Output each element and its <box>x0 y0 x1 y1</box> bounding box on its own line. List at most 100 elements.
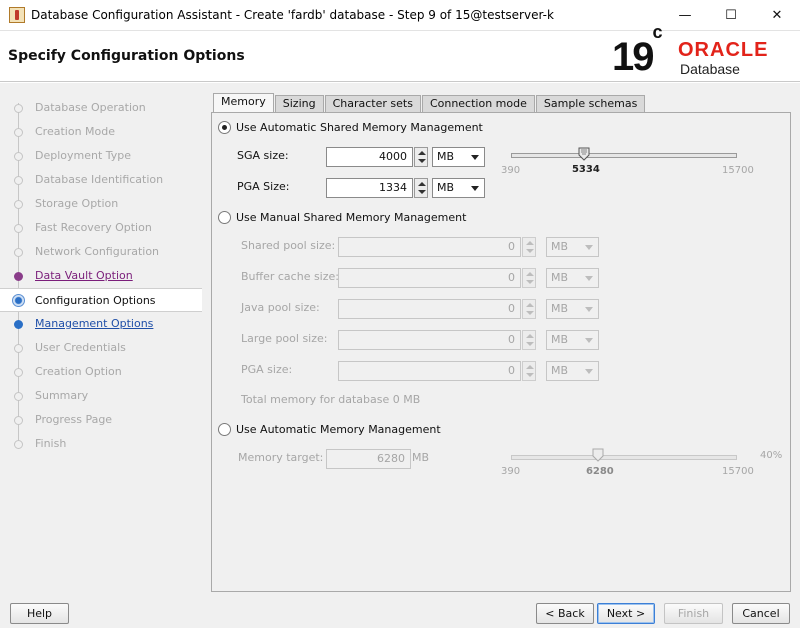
maximize-icon: ☐ <box>725 7 737 23</box>
sga-unit-select[interactable]: MB <box>432 147 485 167</box>
nav-step-label: Creation Mode <box>35 125 116 138</box>
asmm-slider-max: 15700 <box>722 165 754 176</box>
buffer-cache-size-label: Buffer cache size: <box>241 270 339 283</box>
window-title: Database Configuration Assistant - Creat… <box>31 8 554 22</box>
amm-radio[interactable] <box>218 423 231 436</box>
back-button[interactable]: < Back <box>536 603 594 624</box>
logo-product: Database <box>680 61 740 77</box>
asmm-slider-min: 390 <box>501 165 521 176</box>
step-marker-icon <box>14 152 23 161</box>
step-marker-icon <box>14 344 23 353</box>
buffer-cache-size-input[interactable]: 0 <box>338 268 521 288</box>
main-panel: Memory Sizing Character sets Connection … <box>202 83 800 593</box>
nav-step-database-identification: Database Identification <box>0 168 202 192</box>
nav-step-label: Deployment Type <box>35 149 132 162</box>
asmm-option[interactable]: Use Automatic Shared Memory Management <box>218 121 483 134</box>
shared-pool-size-unit-select[interactable]: MB <box>546 237 599 257</box>
pga-size-label: PGA Size: <box>237 180 290 193</box>
step-marker-icon <box>14 416 23 425</box>
amm-slider-current: 6280 <box>585 466 614 477</box>
manual-smm-radio[interactable] <box>218 211 231 224</box>
page-header: Specify Configuration Options 19c ORACLE… <box>0 21 800 82</box>
asmm-radio[interactable] <box>218 121 231 134</box>
step-marker-icon <box>12 294 25 307</box>
shared-pool-size-stepper[interactable] <box>522 237 536 257</box>
step-marker-icon <box>14 200 23 209</box>
nav-step-summary: Summary <box>0 384 202 408</box>
amm-slider-min: 390 <box>501 466 521 477</box>
sga-size-input[interactable]: 4000 <box>326 147 413 167</box>
manual-smm-label: Use Manual Shared Memory Management <box>236 211 467 224</box>
asmm-memory-slider[interactable] <box>511 153 737 158</box>
amm-slider-thumb[interactable] <box>592 448 604 462</box>
finish-button[interactable]: Finish <box>664 603 723 624</box>
minimize-icon: — <box>678 7 692 23</box>
amm-slider-max: 15700 <box>722 466 754 477</box>
tab-bar: Memory Sizing Character sets Connection … <box>213 93 646 112</box>
nav-step-data-vault-option[interactable]: Data Vault Option <box>0 264 202 288</box>
step-marker-icon <box>14 272 23 281</box>
tab-character-sets[interactable]: Character sets <box>324 95 421 112</box>
close-button[interactable]: ✕ <box>754 0 800 30</box>
step-marker-icon <box>14 320 23 329</box>
java-pool-size-stepper[interactable] <box>522 299 536 319</box>
amm-label: Use Automatic Memory Management <box>236 423 441 436</box>
logo-version: 19c <box>612 21 663 79</box>
nav-step-finish: Finish <box>0 432 202 456</box>
pga-size-stepper[interactable] <box>522 361 536 381</box>
maximize-button[interactable]: ☐ <box>708 0 754 30</box>
title-bar: Database Configuration Assistant - Creat… <box>0 0 800 30</box>
help-button[interactable]: Help <box>10 603 69 624</box>
nav-step-label: Configuration Options <box>35 294 156 307</box>
nav-step-fast-recovery-option: Fast Recovery Option <box>0 216 202 240</box>
large-pool-size-input[interactable]: 0 <box>338 330 521 350</box>
pga-size-input[interactable]: 0 <box>338 361 521 381</box>
pga-size-unit-select[interactable]: MB <box>546 361 599 381</box>
sga-size-stepper[interactable] <box>414 147 428 167</box>
nav-step-label: Network Configuration <box>35 245 160 258</box>
nav-step-label: User Credentials <box>35 341 126 354</box>
nav-step-management-options[interactable]: Management Options <box>0 312 202 336</box>
sga-size-label: SGA size: <box>237 149 289 162</box>
nav-step-label: Storage Option <box>35 197 119 210</box>
nav-step-label: Database Operation <box>35 101 146 114</box>
shared-pool-size-input[interactable]: 0 <box>338 237 521 257</box>
java-pool-size-unit-select[interactable]: MB <box>546 299 599 319</box>
logo-brand: ORACLE <box>678 39 769 61</box>
tab-connection-mode[interactable]: Connection mode <box>421 95 535 112</box>
minimize-button[interactable]: — <box>662 0 708 30</box>
large-pool-size-unit-select[interactable]: MB <box>546 330 599 350</box>
manual-smm-option[interactable]: Use Manual Shared Memory Management <box>218 211 466 224</box>
tab-sample-schemas[interactable]: Sample schemas <box>535 95 646 112</box>
large-pool-size-stepper[interactable] <box>522 330 536 350</box>
pga-unit-select[interactable]: MB <box>432 178 485 198</box>
nav-step-progress-page: Progress Page <box>0 408 202 432</box>
buffer-cache-size-unit-select[interactable]: MB <box>546 268 599 288</box>
asmm-slider-thumb[interactable] <box>578 147 590 161</box>
cancel-button[interactable]: Cancel <box>732 603 790 624</box>
pga-size-input[interactable]: 1334 <box>326 178 413 198</box>
tab-sizing[interactable]: Sizing <box>274 95 324 112</box>
wizard-footer: Help < Back Next > Finish Cancel <box>0 593 800 628</box>
memory-target-input[interactable]: 6280 <box>326 449 411 469</box>
amm-percent: 40% <box>760 450 783 461</box>
next-button[interactable]: Next > <box>597 603 655 624</box>
memory-target-label: Memory target: <box>238 451 324 464</box>
nav-step-configuration-options[interactable]: Configuration Options <box>0 288 202 312</box>
buffer-cache-size-stepper[interactable] <box>522 268 536 288</box>
step-navigation: Database Operation Creation Mode Deploymen… <box>0 83 202 593</box>
asmm-label: Use Automatic Shared Memory Management <box>236 121 483 134</box>
pga-size-stepper[interactable] <box>414 178 428 198</box>
amm-option[interactable]: Use Automatic Memory Management <box>218 423 441 436</box>
nav-step-database-operation: Database Operation <box>0 96 202 120</box>
java-pool-size-input[interactable]: 0 <box>338 299 521 319</box>
oracle-19c-logo: 19c ORACLE Database <box>612 21 788 79</box>
nav-step-creation-option: Creation Option <box>0 360 202 384</box>
amm-memory-slider[interactable] <box>511 455 737 460</box>
tab-memory[interactable]: Memory <box>213 93 274 112</box>
memory-target-unit: MB <box>412 451 430 464</box>
nav-step-user-credentials: User Credentials <box>0 336 202 360</box>
nav-step-label: Creation Option <box>35 365 122 378</box>
page-title: Specify Configuration Options <box>8 48 245 64</box>
nav-step-label: Database Identification <box>35 173 164 186</box>
